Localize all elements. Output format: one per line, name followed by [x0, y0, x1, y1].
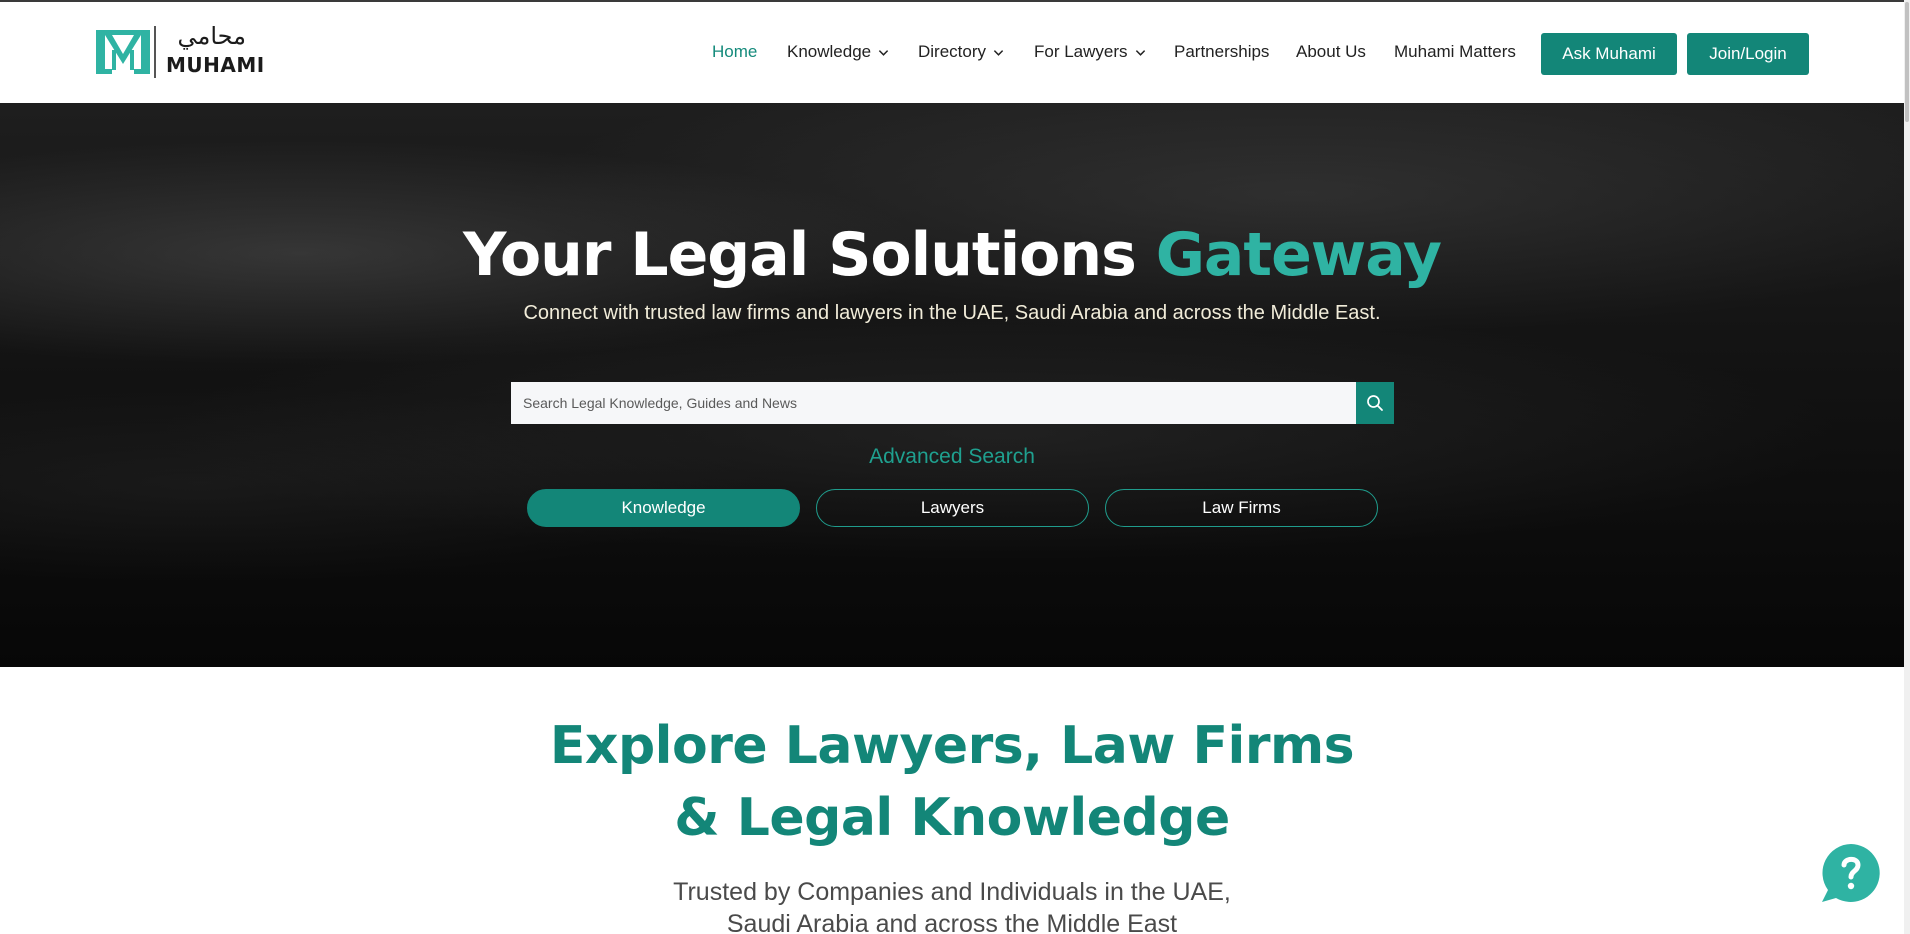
page-scrollbar[interactable] — [1904, 0, 1910, 934]
chevron-down-icon — [993, 49, 1004, 56]
nav-about-us[interactable]: About Us — [1296, 42, 1366, 62]
hero-title-accent: Gateway — [1155, 220, 1442, 290]
search-input[interactable] — [511, 382, 1356, 424]
ask-muhami-button[interactable]: Ask Muhami — [1541, 33, 1677, 75]
nav-partnerships[interactable]: Partnerships — [1174, 42, 1269, 62]
tab-lawyers[interactable]: Lawyers — [816, 489, 1089, 527]
chevron-down-icon — [878, 49, 889, 56]
logo-english-text: MUHAMI — [166, 53, 265, 77]
nav-home-label: Home — [712, 42, 758, 61]
hero-title: Your Legal Solutions Gateway — [0, 220, 1904, 290]
hero-section: Your Legal Solutions Gateway Connect wit… — [0, 103, 1904, 667]
nav-muhami-matters[interactable]: Muhami Matters — [1394, 42, 1516, 62]
explore-subtitle: Trusted by Companies and Individuals in … — [673, 878, 1231, 934]
nav-knowledge-label: Knowledge — [787, 42, 872, 61]
nav-muhami-matters-label: Muhami Matters — [1394, 42, 1516, 61]
tab-law-firms[interactable]: Law Firms — [1105, 489, 1378, 527]
help-chat-button[interactable] — [1820, 842, 1882, 904]
search-bar — [511, 382, 1394, 424]
logo-divider — [154, 26, 156, 78]
hero-title-main: Your Legal Solutions — [463, 220, 1156, 290]
search-button[interactable] — [1356, 382, 1394, 424]
muhami-logo[interactable]: محامي MUHAMI — [96, 22, 266, 82]
nav-home[interactable]: Home — [712, 42, 757, 62]
explore-title-line2: & Legal Knowledge — [674, 788, 1230, 848]
site-header: محامي MUHAMI Home Knowledge Directory Fo… — [0, 2, 1904, 103]
nav-partnerships-label: Partnerships — [1174, 42, 1270, 61]
nav-directory[interactable]: Directory — [918, 42, 1004, 62]
nav-for-lawyers[interactable]: For Lawyers — [1034, 42, 1146, 62]
explore-title-line1: Explore Lawyers, Law Firms — [549, 716, 1355, 776]
nav-directory-label: Directory — [918, 42, 987, 61]
question-chat-icon — [1822, 844, 1880, 902]
nav-about-us-label: About Us — [1296, 42, 1366, 61]
muhami-m-logo-icon — [96, 30, 150, 74]
logo-arabic-text: محامي — [177, 22, 246, 50]
advanced-search-link[interactable]: Advanced Search — [0, 445, 1904, 469]
tab-knowledge[interactable]: Knowledge — [527, 489, 800, 527]
join-login-button[interactable]: Join/Login — [1687, 33, 1809, 75]
explore-title: Explore Lawyers, Law Firms & Legal Knowl… — [0, 710, 1904, 854]
hero-subtitle: Connect with trusted law firms and lawye… — [523, 302, 1381, 324]
nav-knowledge[interactable]: Knowledge — [787, 42, 889, 62]
search-icon — [1367, 395, 1383, 411]
nav-for-lawyers-label: For Lawyers — [1034, 42, 1128, 61]
scrollbar-thumb[interactable] — [1905, 2, 1909, 122]
chevron-down-icon — [1135, 49, 1145, 56]
